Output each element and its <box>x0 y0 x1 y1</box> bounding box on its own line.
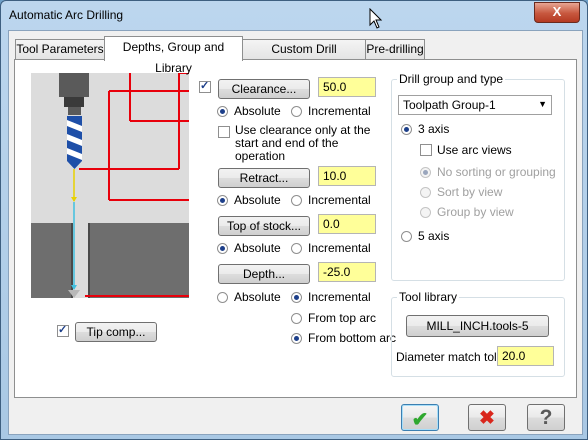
tab-depths-group-library[interactable]: Depths, Group and Library <box>104 36 243 75</box>
stock-block-right <box>88 223 189 298</box>
top-of-stock-absolute-label: Absolute <box>234 241 281 255</box>
sort-none-radio[interactable] <box>420 167 431 178</box>
axis-5-radio[interactable] <box>401 231 412 242</box>
mouse-cursor-icon <box>369 8 383 29</box>
retract-absolute-label: Absolute <box>234 193 281 207</box>
depth-absolute-label: Absolute <box>234 290 281 304</box>
toolpath-group-value: Toolpath Group-1 <box>403 98 496 112</box>
top-of-stock-button[interactable]: Top of stock... <box>218 216 310 236</box>
depth-incremental-label: Incremental <box>308 290 371 304</box>
help-button[interactable]: ? <box>527 404 565 431</box>
depth-from-top-arc-label: From top arc <box>308 311 377 325</box>
retract-incremental-label: Incremental <box>308 193 371 207</box>
clearance-incremental-label: Incremental <box>308 104 371 118</box>
drill-group-title: Drill group and type <box>397 72 506 86</box>
drill-diagram <box>31 73 189 298</box>
depth-absolute-radio[interactable] <box>217 292 228 303</box>
clearance-incremental-radio[interactable] <box>291 106 302 117</box>
diameter-match-tol-field[interactable]: 20.0 <box>497 346 554 366</box>
retract-button[interactable]: Retract... <box>218 168 310 188</box>
top-of-stock-incremental-label: Incremental <box>308 241 371 255</box>
tab-custom-drill-parameters[interactable]: Custom Drill Parameters <box>242 39 366 75</box>
ok-button[interactable]: ✔ <box>401 404 439 431</box>
clearance-checkbox[interactable] <box>199 79 211 93</box>
sort-by-view-radio[interactable] <box>420 187 431 198</box>
dialog-client: Tool Parameters Depths, Group and Librar… <box>8 30 583 435</box>
axis-3-radio[interactable] <box>401 124 412 135</box>
tool-library-button[interactable]: MILL_INCH.tools-5 <box>406 315 549 337</box>
group-by-view-label: Group by view <box>437 205 514 219</box>
depth-from-bottom-arc-radio[interactable] <box>291 333 302 344</box>
toolpath-group-dropdown[interactable]: Toolpath Group-1 ▼ <box>398 95 552 115</box>
top-of-stock-value-field[interactable]: 0.0 <box>318 214 376 234</box>
use-arc-views-checkbox[interactable] <box>420 144 432 156</box>
dialog-window: Automatic Arc Drilling X Tool Parameters… <box>0 0 588 440</box>
retract-value-field[interactable]: 10.0 <box>318 166 376 186</box>
tab-label: Tool Parameters <box>16 42 104 56</box>
question-mark-icon: ? <box>539 406 553 429</box>
axis-3-label: 3 axis <box>418 122 450 136</box>
close-button[interactable]: X <box>534 2 580 23</box>
clearance-start-end-checkbox[interactable] <box>218 126 230 138</box>
sort-none-label: No sorting or grouping <box>437 165 556 179</box>
tip-comp-checkbox[interactable] <box>57 323 69 337</box>
group-by-view-radio[interactable] <box>420 207 431 218</box>
clearance-absolute-radio[interactable] <box>217 106 228 117</box>
x-mark-icon: ✖ <box>479 408 495 429</box>
depth-from-top-arc-radio[interactable] <box>291 313 302 324</box>
close-icon: X <box>552 4 562 19</box>
window-title: Automatic Arc Drilling <box>9 8 124 22</box>
clearance-absolute-label: Absolute <box>234 104 281 118</box>
tool-holder <box>59 73 89 97</box>
clearance-start-end-label: Use clearance only at the start and end … <box>235 123 371 163</box>
tab-pre-drilling[interactable]: Pre-drilling <box>365 39 425 60</box>
tool-library-title: Tool library <box>397 290 460 304</box>
retract-incremental-radio[interactable] <box>291 195 302 206</box>
depth-from-bottom-arc-label: From bottom arc <box>308 331 397 345</box>
diameter-match-tol-label: Diameter match tol <box>396 350 497 364</box>
cancel-button[interactable]: ✖ <box>468 404 506 431</box>
use-arc-views-label: Use arc views <box>437 143 512 157</box>
tab-label: Pre-drilling <box>366 42 424 56</box>
top-of-stock-absolute-radio[interactable] <box>217 243 228 254</box>
stock-block-left <box>31 223 73 298</box>
tip-comp-button[interactable]: Tip comp... <box>75 322 157 342</box>
tab-panel: Clearance... 50.0 Absolute Incremental U… <box>14 59 577 398</box>
depth-button[interactable]: Depth... <box>218 264 310 284</box>
tab-tool-parameters[interactable]: Tool Parameters <box>15 39 105 60</box>
clearance-value-field[interactable]: 50.0 <box>318 77 376 97</box>
axis-5-label: 5 axis <box>418 229 450 243</box>
clearance-button[interactable]: Clearance... <box>218 79 310 99</box>
title-bar[interactable]: Automatic Arc Drilling X <box>1 1 587 31</box>
retract-absolute-radio[interactable] <box>217 195 228 206</box>
sort-by-view-label: Sort by view <box>437 185 503 199</box>
chevron-down-icon: ▼ <box>538 99 547 109</box>
depth-value-field[interactable]: -25.0 <box>318 262 376 282</box>
depth-incremental-radio[interactable] <box>291 292 302 303</box>
top-of-stock-incremental-radio[interactable] <box>291 243 302 254</box>
checkmark-icon: ✔ <box>411 409 429 431</box>
